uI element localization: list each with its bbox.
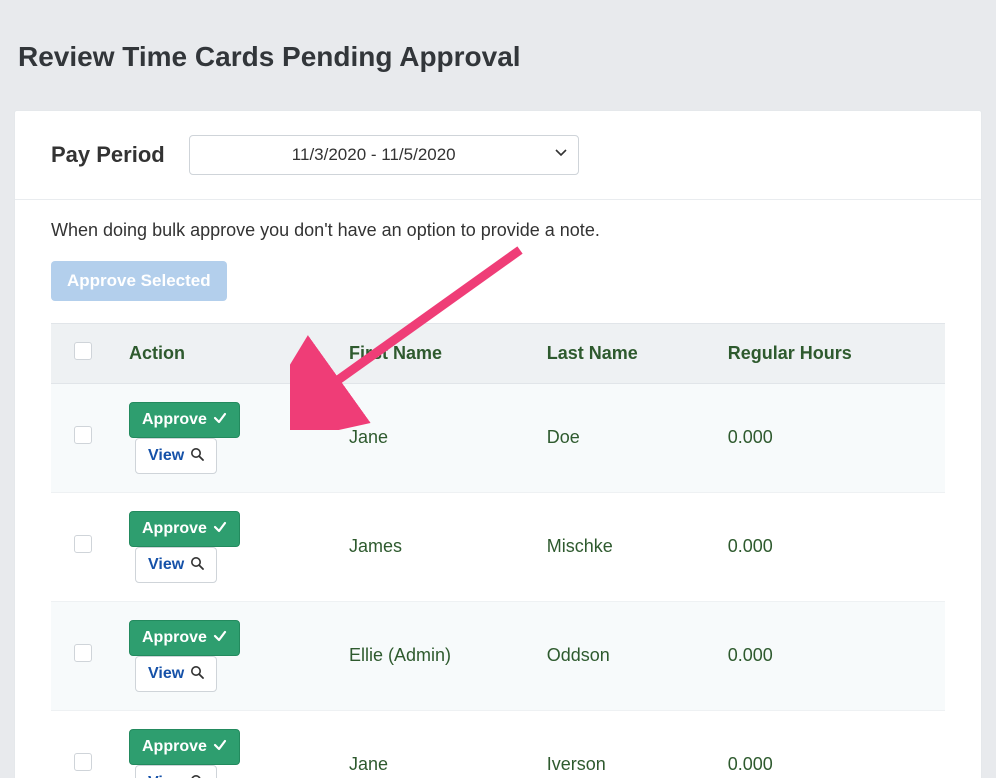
card-body: When doing bulk approve you don't have a… <box>15 200 981 778</box>
check-icon <box>213 520 227 538</box>
row-actions: Approve View <box>115 383 335 492</box>
row-checkbox[interactable] <box>74 426 92 444</box>
row-check-cell <box>51 601 115 710</box>
view-button-label: View <box>148 557 184 573</box>
approve-button[interactable]: Approve <box>129 402 240 438</box>
row-check-cell <box>51 710 115 778</box>
col-regular-hours: Regular Hours <box>714 323 945 383</box>
pay-period-select[interactable]: 11/3/2020 - 11/5/2020 <box>189 135 579 175</box>
approve-button[interactable]: Approve <box>129 729 240 765</box>
magnifier-icon <box>190 447 204 465</box>
view-button-label: View <box>148 666 184 682</box>
table-row: Approve View Ellie (Admin)Oddson0.000 <box>51 601 945 710</box>
pay-period-label: Pay Period <box>51 142 165 168</box>
pay-period-select-wrapper: 11/3/2020 - 11/5/2020 <box>189 135 579 175</box>
pay-period-row: Pay Period 11/3/2020 - 11/5/2020 <box>15 111 981 200</box>
magnifier-icon <box>190 774 204 778</box>
view-button[interactable]: View <box>135 547 217 583</box>
cell-last-name: Oddson <box>533 601 714 710</box>
table-row: Approve View JaneIverson0.000 <box>51 710 945 778</box>
select-all-checkbox[interactable] <box>74 342 92 360</box>
table-row: Approve View JamesMischke0.000 <box>51 492 945 601</box>
page-title: Review Time Cards Pending Approval <box>0 19 996 91</box>
approve-button[interactable]: Approve <box>129 511 240 547</box>
table-row: Approve View JaneDoe0.000 <box>51 383 945 492</box>
col-action: Action <box>115 323 335 383</box>
row-actions: Approve View <box>115 601 335 710</box>
col-first-name: First Name <box>335 323 533 383</box>
magnifier-icon <box>190 665 204 683</box>
col-last-name: Last Name <box>533 323 714 383</box>
view-button[interactable]: View <box>135 438 217 474</box>
cell-first-name: Jane <box>335 710 533 778</box>
magnifier-icon <box>190 556 204 574</box>
check-icon <box>213 411 227 429</box>
cell-first-name: Jane <box>335 383 533 492</box>
view-button-label: View <box>148 775 184 778</box>
cell-regular-hours: 0.000 <box>714 601 945 710</box>
cell-first-name: Ellie (Admin) <box>335 601 533 710</box>
cell-last-name: Mischke <box>533 492 714 601</box>
row-checkbox[interactable] <box>74 644 92 662</box>
row-actions: Approve View <box>115 492 335 601</box>
row-check-cell <box>51 383 115 492</box>
cell-regular-hours: 0.000 <box>714 383 945 492</box>
approve-button-label: Approve <box>142 521 207 537</box>
view-button-label: View <box>148 448 184 464</box>
cell-regular-hours: 0.000 <box>714 710 945 778</box>
view-button[interactable]: View <box>135 656 217 692</box>
approve-selected-button-top[interactable]: Approve Selected <box>51 261 227 301</box>
approve-button-label: Approve <box>142 739 207 755</box>
table-header-row: Action First Name Last Name Regular Hour… <box>51 323 945 383</box>
bulk-approve-note: When doing bulk approve you don't have a… <box>51 220 945 241</box>
check-icon <box>213 629 227 647</box>
view-button[interactable]: View <box>135 765 217 778</box>
approve-button-label: Approve <box>142 630 207 646</box>
check-icon <box>213 738 227 756</box>
row-checkbox[interactable] <box>74 535 92 553</box>
row-check-cell <box>51 492 115 601</box>
timecards-table: Action First Name Last Name Regular Hour… <box>51 323 945 778</box>
approve-button-label: Approve <box>142 412 207 428</box>
approve-button[interactable]: Approve <box>129 620 240 656</box>
cell-first-name: James <box>335 492 533 601</box>
cell-last-name: Doe <box>533 383 714 492</box>
review-card: Pay Period 11/3/2020 - 11/5/2020 When do… <box>14 110 982 778</box>
select-all-header <box>51 323 115 383</box>
row-checkbox[interactable] <box>74 753 92 771</box>
row-actions: Approve View <box>115 710 335 778</box>
cell-regular-hours: 0.000 <box>714 492 945 601</box>
cell-last-name: Iverson <box>533 710 714 778</box>
